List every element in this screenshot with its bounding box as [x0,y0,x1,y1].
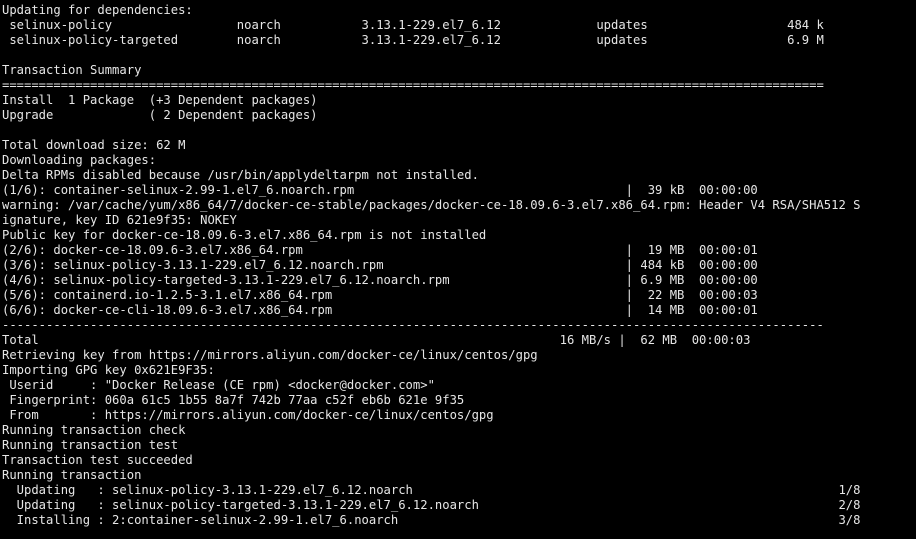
terminal-line: Installing : 2:container-selinux-2.99-1.… [2,513,861,527]
terminal-line: Retrieving key from https://mirrors.aliy… [2,348,538,362]
terminal-separator: ========================================… [2,78,824,92]
terminal-line: selinux-policy noarch 3.13.1-229.el7_6.1… [2,18,824,32]
terminal-line: (6/6): docker-ce-cli-18.09.6-3.el7.x86_6… [2,303,758,317]
terminal-line: Total 16 MB/s | 62 MB 00:00:03 [2,333,751,347]
terminal-line: Updating : selinux-policy-3.13.1-229.el7… [2,483,861,497]
terminal-line: Public key for docker-ce-18.09.6-3.el7.x… [2,228,487,242]
terminal-line: warning: /var/cache/yum/x86_64/7/docker-… [2,198,861,212]
terminal-line: Transaction Summary [2,63,142,77]
terminal-line: Install 1 Package (+3 Dependent packages… [2,93,318,107]
terminal-line: Running transaction check [2,423,186,437]
terminal-line: Fingerprint: 060a 61c5 1b55 8a7f 742b 77… [2,393,465,407]
terminal-line: Upgrade ( 2 Dependent packages) [2,108,318,122]
terminal-line: Importing GPG key 0x621E9F35: [2,363,215,377]
terminal-line: (4/6): selinux-policy-targeted-3.13.1-22… [2,273,758,287]
terminal-line: Delta RPMs disabled because /usr/bin/app… [2,168,479,182]
terminal-line: Running transaction test [2,438,179,452]
terminal-line: Updating for dependencies: [2,3,193,17]
terminal-output[interactable]: Updating for dependencies: selinux-polic… [0,0,916,539]
terminal-line: Downloading packages: [2,153,157,167]
terminal-line: From : https://mirrors.aliyun.com/docker… [2,408,494,422]
terminal-line: ignature, key ID 621e9f35: NOKEY [2,213,237,227]
terminal-separator: ----------------------------------------… [2,318,824,332]
terminal-line: (5/6): containerd.io-1.2.5-3.1.el7.x86_6… [2,288,758,302]
terminal-line: (3/6): selinux-policy-3.13.1-229.el7_6.1… [2,258,758,272]
terminal-line: (2/6): docker-ce-18.09.6-3.el7.x86_64.rp… [2,243,758,257]
terminal-line: Userid : "Docker Release (CE rpm) <docke… [2,378,435,392]
terminal-line: (1/6): container-selinux-2.99-1.el7_6.no… [2,183,758,197]
terminal-line: Updating : selinux-policy-targeted-3.13.… [2,498,861,512]
terminal-line: selinux-policy-targeted noarch 3.13.1-22… [2,33,824,47]
terminal-line: Total download size: 62 M [2,138,186,152]
terminal-line: Transaction test succeeded [2,453,193,467]
terminal-line: Running transaction [2,468,142,482]
